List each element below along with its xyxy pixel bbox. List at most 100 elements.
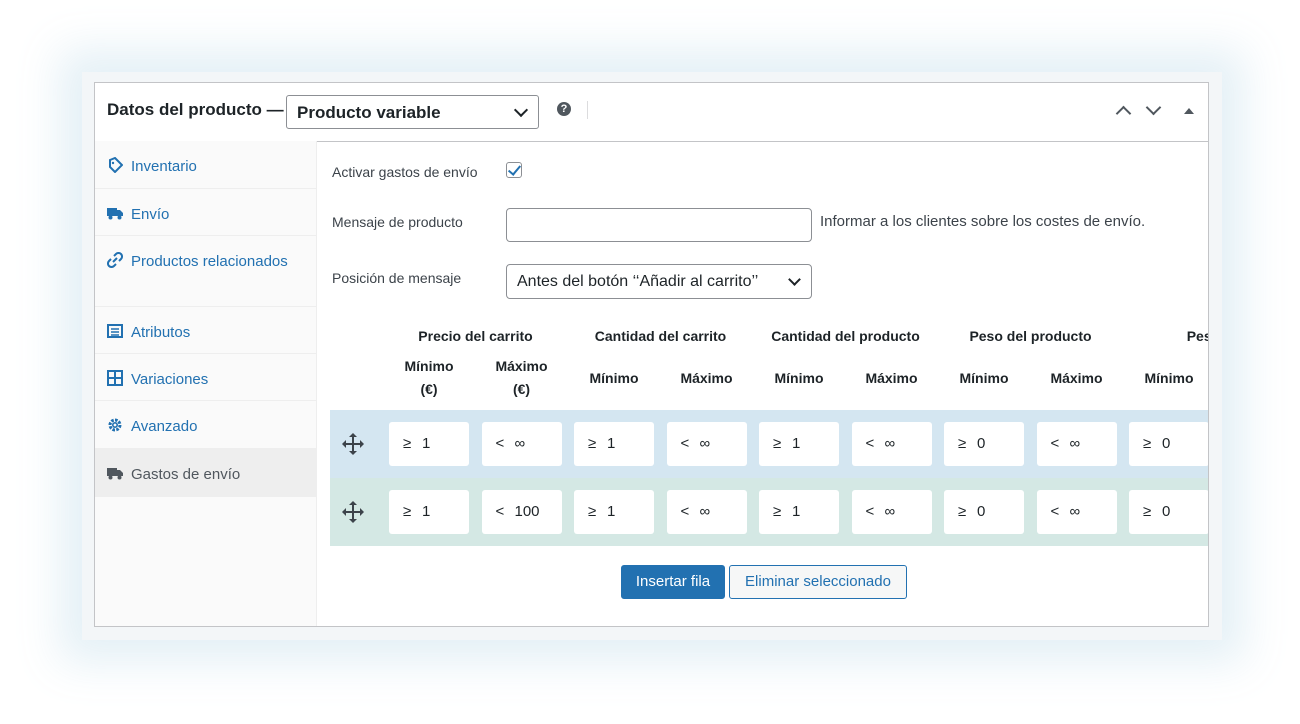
- condition-input[interactable]: < ∞: [1036, 422, 1117, 466]
- move-down-button[interactable]: [1143, 99, 1163, 121]
- condition-input[interactable]: ≥1: [389, 422, 469, 466]
- list-icon: [107, 324, 123, 338]
- condition-input[interactable]: ≥1: [574, 422, 654, 466]
- condition-value: 1: [422, 503, 431, 520]
- condition-operator: ≥: [1143, 435, 1152, 452]
- condition-value: 1: [792, 503, 801, 520]
- condition-value: ∞: [514, 435, 526, 452]
- sidebar-item-gastos-de-envio[interactable]: Gastos de envío: [95, 449, 316, 497]
- column-sub-header: Mínimo: [589, 370, 639, 386]
- condition-value: ∞: [699, 435, 711, 452]
- column-sub-header: Máximo: [1050, 370, 1103, 386]
- sidebar-item-label: Atributos: [131, 324, 191, 341]
- product-message-help: Informar a los clientes sobre los costes…: [820, 213, 1146, 230]
- sidebar-item-label: Productos relacionados: [131, 253, 288, 270]
- column-sub-header: Máximo: [680, 370, 733, 386]
- condition-operator: ≥: [773, 435, 782, 452]
- condition-operator: <: [865, 435, 875, 452]
- condition-input[interactable]: ≥0: [1129, 422, 1208, 466]
- message-position-select[interactable]: Antes del botón ‘‘Añadir al carrito’’: [506, 264, 812, 299]
- condition-operator: <: [865, 503, 875, 520]
- condition-input[interactable]: < ∞: [851, 490, 932, 534]
- sidebar-item-avanzado[interactable]: Avanzado: [95, 401, 316, 449]
- condition-value: 100: [514, 503, 540, 520]
- sidebar-item-productos-relacionados[interactable]: Productos relacionados: [95, 236, 316, 307]
- sidebar-item-label: Inventario: [131, 158, 197, 175]
- condition-input[interactable]: < ∞: [481, 422, 562, 466]
- column-sub-header: Mínimo (€): [404, 358, 454, 397]
- column-sub-header: Mínimo: [1144, 370, 1194, 386]
- condition-input[interactable]: < ∞: [851, 422, 932, 466]
- message-position-value: Antes del botón ‘‘Añadir al carrito’’: [517, 273, 759, 290]
- column-sub-header: Máximo (€): [495, 358, 548, 397]
- truck-icon: [107, 208, 123, 220]
- help-icon[interactable]: ?: [557, 102, 571, 116]
- sidebar-item-atributos[interactable]: Atributos: [95, 307, 316, 354]
- condition-input[interactable]: ≥0: [944, 490, 1024, 534]
- condition-input[interactable]: <100: [481, 490, 562, 534]
- product-tabs-sidebar: Inventario Envío Productos relacionados …: [95, 141, 317, 626]
- panel-header: Datos del producto — Producto variable ?: [95, 83, 1208, 142]
- drag-handle-icon[interactable]: [342, 433, 364, 455]
- delete-selected-button[interactable]: Eliminar seleccionado: [729, 565, 907, 599]
- condition-input[interactable]: < ∞: [666, 422, 747, 466]
- grid-icon: [107, 370, 123, 386]
- column-group-header: Precio del carrito: [418, 328, 533, 344]
- table-row[interactable]: ≥1 <100 ≥1 < ∞ ≥1 < ∞ ≥0 < ∞ ≥0: [330, 478, 1208, 546]
- insert-row-button[interactable]: Insertar fila: [621, 565, 725, 599]
- condition-value: 1: [607, 435, 616, 452]
- condition-value: 0: [1162, 503, 1171, 520]
- condition-value: 1: [422, 435, 431, 452]
- condition-value: ∞: [699, 503, 711, 520]
- column-group-header: Cantidad del producto: [771, 328, 920, 344]
- condition-value: 0: [1162, 435, 1171, 452]
- condition-operator: ≥: [588, 435, 597, 452]
- condition-value: ∞: [884, 503, 896, 520]
- product-data-panel: Datos del producto — Producto variable ?…: [94, 82, 1209, 627]
- condition-operator: <: [495, 435, 505, 452]
- collapse-toggle-icon[interactable]: [1184, 108, 1194, 114]
- condition-input[interactable]: ≥1: [574, 490, 654, 534]
- chevron-down-icon: [788, 273, 801, 286]
- table-row[interactable]: ≥1 < ∞ ≥1 < ∞ ≥1 < ∞ ≥0 < ∞ ≥0: [330, 410, 1208, 478]
- chevron-down-icon: [513, 102, 529, 118]
- condition-value: 0: [977, 503, 986, 520]
- condition-operator: <: [680, 435, 690, 452]
- condition-operator: <: [680, 503, 690, 520]
- condition-input[interactable]: ≥0: [1129, 490, 1208, 534]
- enable-shipping-label: Activar gastos de envío: [332, 164, 478, 180]
- sidebar-item-variaciones[interactable]: Variaciones: [95, 354, 316, 401]
- condition-operator: <: [495, 503, 505, 520]
- condition-input[interactable]: < ∞: [1036, 490, 1117, 534]
- condition-value: ∞: [884, 435, 896, 452]
- condition-input[interactable]: ≥1: [389, 490, 469, 534]
- link-icon: [107, 252, 123, 268]
- product-type-select[interactable]: Producto variable: [286, 95, 539, 129]
- product-type-value: Producto variable: [297, 103, 441, 122]
- header-divider: [587, 101, 588, 119]
- product-message-input[interactable]: [506, 208, 812, 242]
- condition-input[interactable]: ≥1: [759, 490, 839, 534]
- sidebar-item-inventario[interactable]: Inventario: [95, 141, 316, 189]
- drag-handle-icon[interactable]: [342, 501, 364, 523]
- column-sub-header: Máximo: [865, 370, 918, 386]
- column-group-header: Cantidad del carrito: [594, 328, 727, 344]
- condition-operator: <: [1050, 435, 1060, 452]
- chevron-up-icon: [1115, 105, 1132, 122]
- condition-input[interactable]: ≥0: [944, 422, 1024, 466]
- condition-operator: ≥: [1143, 503, 1152, 520]
- sidebar-item-label: Gastos de envío: [131, 466, 241, 483]
- column-sub-header: Mínimo: [959, 370, 1009, 386]
- enable-shipping-checkbox[interactable]: [506, 162, 522, 178]
- condition-value: 0: [977, 435, 986, 452]
- sidebar-item-label: Variaciones: [131, 371, 209, 388]
- condition-operator: ≥: [773, 503, 782, 520]
- condition-value: 1: [607, 503, 616, 520]
- message-position-label: Posición de mensaje: [332, 270, 462, 286]
- move-up-button[interactable]: [1113, 101, 1133, 122]
- condition-value: ∞: [1069, 503, 1081, 520]
- condition-input[interactable]: ≥1: [759, 422, 839, 466]
- sidebar-item-envio[interactable]: Envío: [95, 189, 316, 236]
- truck-icon: [107, 468, 123, 480]
- condition-input[interactable]: < ∞: [666, 490, 747, 534]
